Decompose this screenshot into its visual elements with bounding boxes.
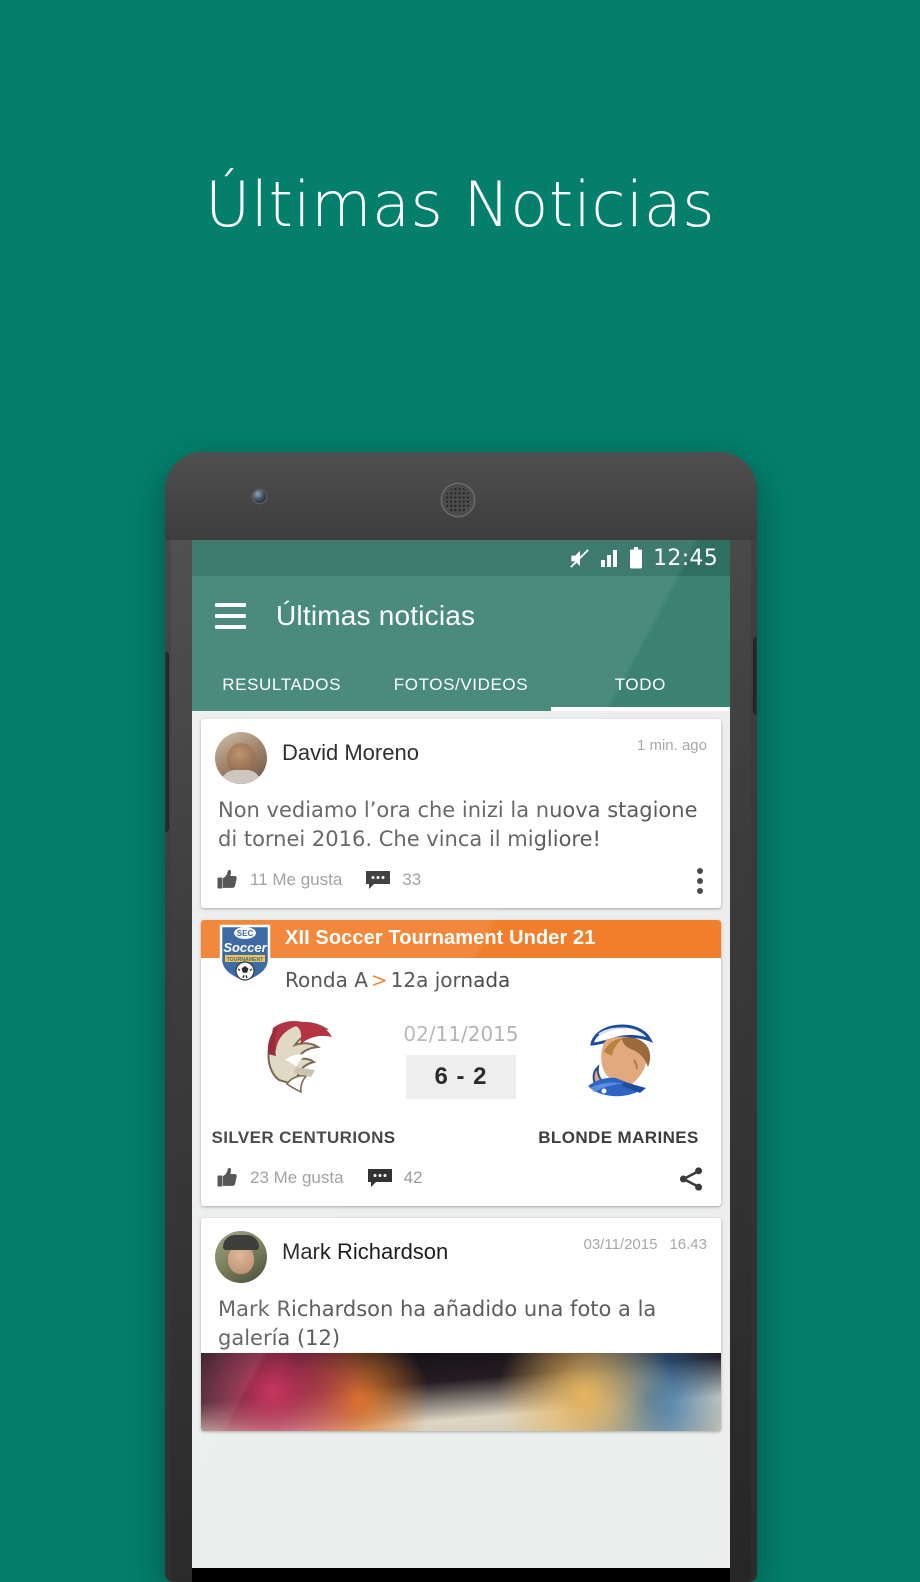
home-team[interactable]: SILVER CENTURIONS xyxy=(211,1008,396,1148)
camera-icon xyxy=(253,490,266,503)
svg-text:SEC: SEC xyxy=(237,929,254,938)
status-bar: 12:45 xyxy=(192,540,730,576)
match-round: Ronda A >12a jornada xyxy=(201,958,721,992)
post-card[interactable]: David Moreno 1 min. ago Non vediamo l’or… xyxy=(201,719,721,908)
photo-post-author[interactable]: Mark Richardson xyxy=(282,1239,583,1265)
post-header: David Moreno 1 min. ago xyxy=(201,719,721,784)
tab-bar: RESULTADOS FOTOS/VIDEOS TODO xyxy=(192,656,730,711)
away-team-name: BLONDE MARINES xyxy=(538,1127,699,1147)
share-icon[interactable] xyxy=(677,1165,705,1193)
round-separator: > xyxy=(370,967,388,992)
mute-icon xyxy=(568,547,591,570)
like-count[interactable]: 23 Me gusta xyxy=(250,1168,344,1188)
news-feed[interactable]: David Moreno 1 min. ago Non vediamo l’or… xyxy=(192,711,730,1568)
match-body: SILVER CENTURIONS 02/11/2015 6 - 2 BLOND… xyxy=(201,992,721,1152)
comment-bubble-icon[interactable] xyxy=(365,870,391,890)
tournament-shield-icon: SEC Soccer TOURNAMENT xyxy=(217,922,273,984)
phone-screen: 12:45 Últimas noticias RESULTADOS FOTOS/… xyxy=(192,540,730,1582)
comment-bubble-icon[interactable] xyxy=(367,1168,393,1188)
app-bar: Últimas noticias xyxy=(192,576,730,656)
overflow-menu-icon[interactable] xyxy=(697,867,703,894)
like-count[interactable]: 11 Me gusta xyxy=(250,870,342,890)
thumbs-up-icon[interactable] xyxy=(217,868,239,892)
photo-post-date: 03/11/2015 xyxy=(583,1235,658,1253)
home-team-name: SILVER CENTURIONS xyxy=(211,1127,396,1147)
photo-post-body: Mark Richardson ha añadido una foto a la… xyxy=(218,1296,657,1350)
avatar[interactable] xyxy=(215,732,267,784)
avatar[interactable] xyxy=(215,1230,267,1283)
hamburger-menu-icon[interactable] xyxy=(215,603,246,629)
thumbs-up-icon[interactable] xyxy=(217,1166,239,1190)
tab-fotos-videos[interactable]: FOTOS/VIDEOS xyxy=(371,675,550,711)
photo-post-header: Mark Richardson 03/11/2015 16.43 xyxy=(201,1218,721,1283)
signal-bars-icon xyxy=(600,548,620,568)
comment-count[interactable]: 42 xyxy=(404,1168,423,1188)
post-timestamp: 1 min. ago xyxy=(636,737,707,754)
match-card[interactable]: SEC Soccer TOURNAMENT XII Soccer Tournam… xyxy=(201,919,721,1206)
photo-post-timestamp: 03/11/2015 16.43 xyxy=(583,1236,707,1253)
gallery-photo[interactable] xyxy=(201,1352,721,1431)
svg-text:Soccer: Soccer xyxy=(223,940,267,955)
volume-rocker[interactable] xyxy=(165,652,169,832)
post-author[interactable]: David Moreno xyxy=(282,740,637,766)
tab-resultados[interactable]: RESULTADOS xyxy=(192,675,371,711)
photo-post-time: 16.43 xyxy=(669,1235,707,1253)
android-nav-bar xyxy=(192,1568,730,1582)
spartan-helmet-icon xyxy=(211,1008,396,1116)
power-button[interactable] xyxy=(753,637,757,715)
speaker-grille-icon xyxy=(442,484,474,516)
round-label: Ronda A xyxy=(285,967,368,992)
match-banner: SEC Soccer TOURNAMENT XII Soccer Tournam… xyxy=(201,919,721,984)
matchday-label: 12a jornada xyxy=(390,967,511,992)
photo-post-card[interactable]: Mark Richardson 03/11/2015 16.43 Mark Ric… xyxy=(201,1217,721,1431)
match-center: 02/11/2015 6 - 2 xyxy=(396,1022,526,1133)
post-actions: 11 Me gusta 33 xyxy=(201,854,721,908)
battery-icon xyxy=(629,547,643,569)
away-team[interactable]: BLONDE MARINES xyxy=(526,1008,711,1148)
tab-todo[interactable]: TODO xyxy=(550,675,730,711)
tournament-name: XII Soccer Tournament Under 21 xyxy=(285,927,596,950)
page-title: Últimas Noticias xyxy=(205,168,715,241)
status-bar-time: 12:45 xyxy=(653,545,718,571)
comment-count[interactable]: 33 xyxy=(402,870,421,890)
match-actions: 23 Me gusta 42 xyxy=(201,1152,721,1206)
match-score: 6 - 2 xyxy=(406,1055,516,1100)
match-date: 02/11/2015 xyxy=(403,1022,519,1047)
post-body: Non vediamo l’ora che inizi la nuova sta… xyxy=(218,798,698,851)
sailor-head-icon xyxy=(526,1008,711,1116)
phone-device: 12:45 Últimas noticias RESULTADOS FOTOS/… xyxy=(165,452,757,1582)
phone-top-bezel xyxy=(165,452,757,540)
app-bar-title: Últimas noticias xyxy=(276,600,476,631)
